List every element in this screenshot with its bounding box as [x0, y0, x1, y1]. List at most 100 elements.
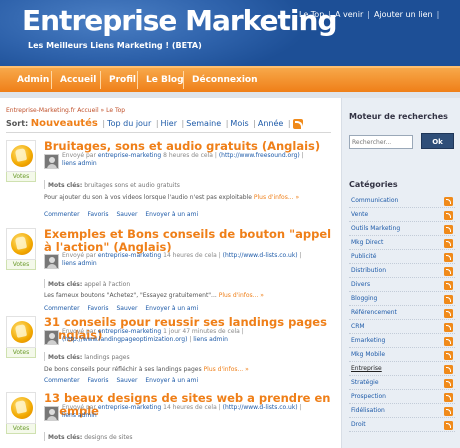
rss-icon[interactable] [444, 379, 453, 388]
category-item[interactable]: Divers [349, 279, 455, 292]
send-to-friend-link[interactable]: Envoyer à un ami [145, 305, 198, 312]
top-link-a-venir[interactable]: A venir [335, 10, 363, 19]
save-link[interactable]: Sauver [116, 377, 137, 384]
send-to-friend-link[interactable]: Envoyer à un ami [145, 211, 198, 218]
category-label[interactable]: Publicité [351, 253, 376, 260]
comment-link[interactable]: Commenter [44, 211, 80, 218]
save-link[interactable]: Sauver [116, 211, 137, 218]
vote-label[interactable]: Votes [6, 260, 36, 270]
rss-icon[interactable] [444, 267, 453, 276]
category-label[interactable]: Mkg Mobile [351, 351, 385, 358]
thumbs-up-icon[interactable] [6, 316, 36, 348]
vote-widget[interactable]: Votes [6, 140, 36, 182]
meta-admin-link[interactable]: liens admin [193, 336, 228, 343]
category-item[interactable]: CRM [349, 321, 455, 334]
rss-icon[interactable] [444, 197, 453, 206]
category-item[interactable]: Référencement [349, 307, 455, 320]
save-link[interactable]: Sauver [116, 305, 137, 312]
category-label[interactable]: Vente [351, 211, 368, 218]
category-item[interactable]: Fidélisation [349, 405, 455, 418]
tags-value[interactable]: designs de sites [84, 434, 132, 441]
sort-mois[interactable]: Mois [230, 119, 248, 128]
top-link-le-top[interactable]: Le Top [299, 10, 324, 19]
category-item[interactable]: Stratégie [349, 377, 455, 390]
vote-widget[interactable]: Votes [6, 392, 36, 434]
category-label[interactable]: Droit [351, 421, 366, 428]
tags-value[interactable]: bruitages sons et audio gratuits [84, 182, 180, 189]
top-link-ajouter[interactable]: Ajouter un lien [374, 10, 433, 19]
category-item-selected[interactable]: Entreprise [349, 363, 455, 376]
sort-nouveautes[interactable]: Nouveautés [31, 118, 98, 129]
category-label[interactable]: Prospection [351, 393, 386, 400]
vote-widget[interactable]: Votes [6, 228, 36, 270]
favorite-link[interactable]: Favoris [87, 211, 108, 218]
rss-icon[interactable] [444, 239, 453, 248]
thumbs-up-icon[interactable] [6, 140, 36, 172]
favorite-link[interactable]: Favoris [87, 305, 108, 312]
meta-admin-link[interactable]: liens admin [62, 412, 97, 419]
vote-label[interactable]: Votes [6, 424, 36, 434]
category-label[interactable]: Distribution [351, 267, 386, 274]
category-label[interactable]: Emarketing [351, 337, 385, 344]
avatar[interactable] [44, 406, 59, 421]
meta-admin-link[interactable]: liens admin [62, 260, 97, 267]
rss-icon[interactable] [292, 118, 303, 129]
category-label[interactable]: Entreprise [351, 365, 382, 372]
story-title[interactable]: Exemples et Bons conseils de bouton "app… [44, 228, 334, 254]
rss-icon[interactable] [444, 365, 453, 374]
more-info-link[interactable]: Plus d'infos... » [254, 194, 299, 201]
category-label[interactable]: Divers [351, 281, 370, 288]
rss-icon[interactable] [444, 281, 453, 290]
rss-icon[interactable] [444, 421, 453, 430]
category-item[interactable]: Vente [349, 209, 455, 222]
meta-url[interactable]: (http://www.landingpageoptimization.org) [62, 336, 187, 343]
tags-value[interactable]: landings pages [84, 354, 129, 361]
nav-deconnexion[interactable]: Déconnexion [186, 71, 264, 89]
category-label[interactable]: Référencement [351, 309, 397, 316]
category-label[interactable]: Fidélisation [351, 407, 385, 414]
vote-label[interactable]: Votes [6, 172, 36, 182]
category-item[interactable]: Blogging [349, 293, 455, 306]
vote-label[interactable]: Votes [6, 348, 36, 358]
category-label[interactable]: Communication [351, 197, 398, 204]
breadcrumb-home[interactable]: Entreprise-Marketing.fr Accueil [6, 107, 99, 114]
more-info-link[interactable]: Plus d'infos... » [204, 366, 249, 373]
meta-url[interactable]: (http://www.freesound.org) [219, 152, 300, 159]
nav-accueil[interactable]: Accueil [54, 71, 102, 89]
rss-icon[interactable] [444, 211, 453, 220]
rss-icon[interactable] [444, 323, 453, 332]
sort-hier[interactable]: Hier [161, 119, 177, 128]
rss-icon[interactable] [444, 337, 453, 346]
category-label[interactable]: CRM [351, 323, 365, 330]
rss-icon[interactable] [444, 351, 453, 360]
category-item[interactable]: Emarketing [349, 335, 455, 348]
avatar[interactable] [44, 330, 59, 345]
meta-user-link[interactable]: entreprise-marketing [98, 404, 161, 411]
sort-semaine[interactable]: Semaine [186, 119, 221, 128]
category-item[interactable]: Droit [349, 419, 455, 432]
category-item[interactable]: Communication [349, 195, 455, 208]
meta-user-link[interactable]: entreprise-marketing [98, 152, 161, 159]
more-info-link[interactable]: Plus d'infos... » [219, 292, 264, 299]
category-label[interactable]: Mkg Direct [351, 239, 383, 246]
category-label[interactable]: Outils Marketing [351, 225, 400, 232]
meta-url[interactable]: (http://www.d-lists.co.uk) [223, 404, 298, 411]
comment-link[interactable]: Commenter [44, 305, 80, 312]
comment-link[interactable]: Commenter [44, 377, 80, 384]
category-item[interactable]: Publicité [349, 251, 455, 264]
thumbs-up-icon[interactable] [6, 392, 36, 424]
category-item[interactable]: Outils Marketing [349, 223, 455, 236]
thumbs-up-icon[interactable] [6, 228, 36, 260]
meta-user-link[interactable]: entreprise-marketing [98, 252, 161, 259]
rss-icon[interactable] [444, 295, 453, 304]
send-to-friend-link[interactable]: Envoyer à un ami [145, 377, 198, 384]
site-title[interactable]: Entreprise Marketing [22, 4, 337, 37]
breadcrumb-current[interactable]: Le Top [106, 107, 125, 114]
rss-icon[interactable] [444, 309, 453, 318]
category-item[interactable]: Prospection [349, 391, 455, 404]
category-item[interactable]: Mkg Direct [349, 237, 455, 250]
rss-icon[interactable] [444, 225, 453, 234]
vote-widget[interactable]: Votes [6, 316, 36, 358]
rss-icon[interactable] [444, 253, 453, 262]
sort-annee[interactable]: Année [258, 119, 283, 128]
